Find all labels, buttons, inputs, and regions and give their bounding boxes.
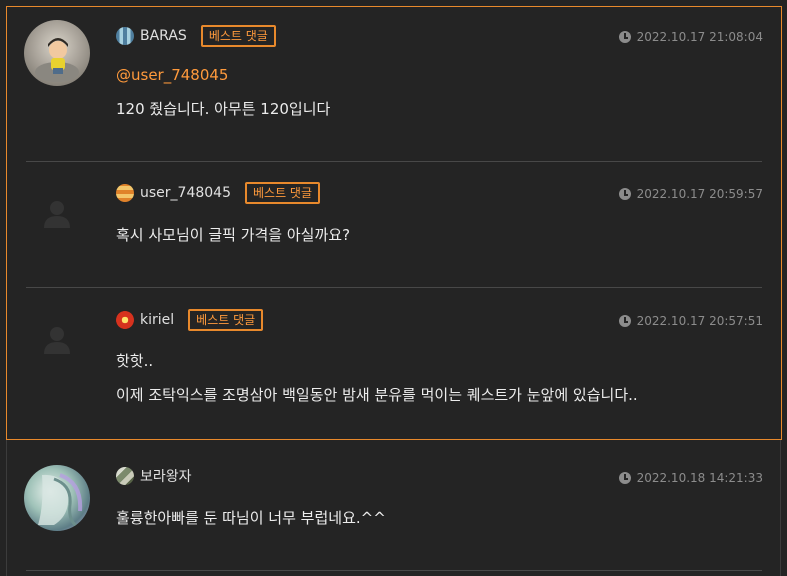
- username[interactable]: BARAS: [140, 28, 187, 44]
- clock-icon: [618, 31, 631, 43]
- timestamp-text: 2022.10.17 20:57:51: [636, 314, 763, 328]
- avatar-artwork-icon: [38, 473, 83, 529]
- comment-text: 혹시 사모님이 글픽 가격을 아실까요?: [116, 226, 351, 244]
- timestamp-text: 2022.10.18 14:21:33: [636, 471, 763, 485]
- comment-text: 120 줬습니다. 아무튼 120입니다: [116, 100, 331, 118]
- best-comment-badge: 베스트 댓글: [188, 309, 264, 331]
- best-comment-badge: 베스트 댓글: [244, 182, 320, 204]
- comment-text: 훌륭한아빠를 둔 따님이 너무 부럽네요.^^: [116, 509, 386, 527]
- comment-timestamp: 2022.10.17 20:57:51: [618, 314, 763, 328]
- container-left-border: [6, 440, 7, 576]
- comment-timestamp: 2022.10.18 14:21:33: [618, 471, 763, 485]
- comment-timestamp: 2022.10.17 21:08:04: [618, 30, 763, 44]
- mention-link[interactable]: @user_748045: [116, 66, 228, 84]
- comment-text-line-1: 핫핫..: [116, 352, 154, 370]
- avatar-figure-icon: [35, 38, 79, 82]
- comment-divider: [26, 161, 762, 162]
- user-level-icon: [116, 27, 134, 45]
- comment-timestamp: 2022.10.17 20:59:57: [618, 187, 763, 201]
- user-level-icon: [116, 467, 134, 485]
- comment-divider: [26, 287, 762, 288]
- container-right-border: [780, 440, 781, 576]
- person-silhouette-icon: [44, 201, 70, 228]
- user-avatar[interactable]: [24, 20, 90, 86]
- user-avatar[interactable]: [24, 465, 90, 531]
- username[interactable]: 보라왕자: [140, 466, 192, 486]
- clock-icon: [618, 315, 631, 327]
- username[interactable]: kiriel: [140, 312, 174, 328]
- comment-text-line-2: 이제 조탁익스를 조명삼아 백일동안 밤새 분유를 먹이는 퀘스트가 눈앞에 있…: [116, 386, 638, 404]
- comment-divider: [26, 570, 762, 571]
- best-comment-badge: 베스트 댓글: [200, 25, 276, 47]
- clock-icon: [618, 472, 631, 484]
- user-level-icon: [116, 311, 134, 329]
- user-level-icon: [116, 184, 134, 202]
- timestamp-text: 2022.10.17 21:08:04: [636, 30, 763, 44]
- timestamp-text: 2022.10.17 20:59:57: [636, 187, 763, 201]
- username[interactable]: user_748045: [140, 185, 231, 201]
- person-silhouette-icon: [44, 327, 70, 354]
- clock-icon: [618, 188, 631, 200]
